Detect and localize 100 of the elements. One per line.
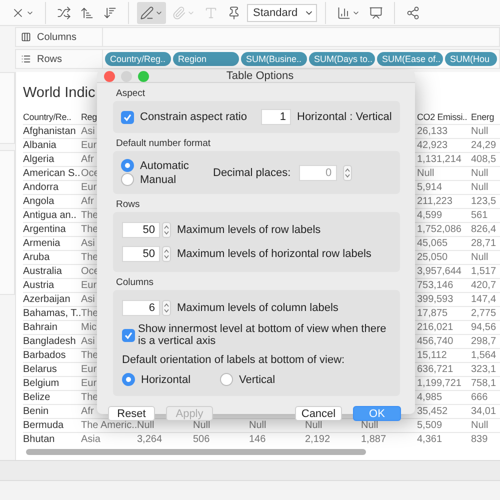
table-cell: 399,593 [417, 292, 471, 306]
dialog-button[interactable]: Reset [108, 406, 155, 421]
shelf-label-text: Columns [37, 32, 76, 42]
table-cell: Null [471, 180, 500, 194]
table-cell: 5,509 [417, 418, 471, 432]
stepper[interactable] [162, 300, 171, 316]
radio-button[interactable] [220, 373, 233, 386]
column-header[interactable]: CO2 Emissi.. [417, 110, 471, 124]
column-header[interactable]: Energ [471, 110, 500, 124]
table-cell: Null [471, 124, 500, 138]
table-cell: 211,223 [417, 194, 471, 208]
table-cell: Aruba [23, 250, 81, 264]
table-cell: Antigua an.. [23, 208, 81, 222]
table-cell: Albania [23, 138, 81, 152]
stepper[interactable] [342, 164, 352, 180]
scrollbar[interactable] [26, 449, 366, 455]
table-cell: 28,71 [471, 236, 500, 250]
table-cell: 3,957,644 [417, 264, 471, 278]
shelf-label-text: Rows [37, 54, 62, 64]
swap-icon [57, 6, 71, 20]
table-cell: Armenia [23, 236, 81, 250]
table-cell: 420,7 [471, 278, 500, 292]
presentation-icon [369, 6, 383, 20]
table-cell: 123,5 [471, 194, 500, 208]
table-cell: 839 [471, 432, 500, 446]
table-cell: 456,740 [417, 334, 471, 348]
field-label: Maximum levels of horizontal row labels [177, 248, 372, 260]
table-cell: 2,775 [471, 306, 500, 320]
zoom-button[interactable] [138, 70, 149, 82]
dialog-button[interactable]: Cancel [295, 406, 342, 421]
radio-label: Horizontal [141, 374, 191, 386]
table-cell: 17,875 [417, 306, 471, 320]
share-icon [406, 6, 420, 20]
table-cell: 666 [471, 390, 500, 404]
radio-button[interactable] [121, 159, 134, 172]
radio-button[interactable] [121, 173, 134, 186]
checkbox[interactable] [122, 329, 135, 342]
stepper[interactable] [162, 246, 171, 262]
table-cell: Null [417, 166, 471, 180]
table-cell: Belarus [23, 362, 81, 376]
checkbox-label: Constrain aspect ratio [140, 111, 247, 123]
pen-button[interactable] [137, 2, 166, 24]
table-cell: 24,29 [471, 138, 500, 152]
chart-icon [337, 6, 351, 20]
table-cell: 1,752,086 [417, 222, 471, 236]
table-cell: 25,050 [417, 250, 471, 264]
pen-icon [140, 6, 154, 20]
table-cell: Null [471, 250, 500, 264]
radio-button[interactable] [122, 373, 135, 386]
table-cell: 758,1 [471, 376, 500, 390]
radio-label: Automatic [140, 160, 189, 172]
checkbox[interactable] [121, 110, 134, 124]
stepper[interactable] [162, 222, 171, 238]
table-cell: 323,1 [471, 362, 500, 376]
table-cell: Asia [81, 432, 137, 446]
columns-icon [21, 32, 31, 42]
table-cell: Azerbaijan [23, 292, 81, 306]
table-cell: Angola [23, 194, 81, 208]
table-cell: 42,923 [417, 138, 471, 152]
table-cell: Barbados [23, 348, 81, 362]
table-cell: 3,264 [137, 432, 193, 446]
table-cell: 1,517 [471, 264, 500, 278]
table-cell: 4,985 [417, 390, 471, 404]
table-cell: Afghanistan [23, 124, 81, 138]
table-cell: Australia [23, 264, 81, 278]
number-field[interactable]: 6 [122, 300, 160, 316]
text-label-icon [204, 6, 218, 20]
table-cell: Argentina [23, 222, 81, 236]
sheet-title: World Indic [23, 84, 96, 103]
ratio-label: Horizontal : Vertical [297, 111, 392, 123]
table-cell: 4,361 [417, 432, 471, 446]
table-cell: Bhutan [23, 432, 81, 446]
table-cell: 826,4 [471, 222, 500, 236]
fit-dropdown[interactable]: Standard [247, 4, 317, 22]
table-cell: 45,065 [417, 236, 471, 250]
table-cell: Bermuda [23, 418, 81, 432]
table-cell: 1,131,214 [417, 152, 471, 166]
checkbox-label: Show innermost level at bottom of view when there is a vertical axis [138, 323, 388, 347]
radio-label: Vertical [239, 374, 276, 386]
table-cell: 1,887 [361, 432, 417, 446]
table-cell: 147,4 [471, 292, 500, 306]
table-cell: 1,199,721 [417, 376, 471, 390]
column-header[interactable]: Country/Re.. [23, 110, 81, 124]
ratio-field[interactable]: 1 [261, 109, 291, 125]
table-cell: 26,133 [417, 124, 471, 138]
number-field[interactable]: 50 [122, 222, 160, 238]
close-button[interactable] [104, 70, 115, 82]
table-cell: Algeria [23, 152, 81, 166]
pin-icon [227, 6, 241, 20]
table-cell: 5,914 [417, 180, 471, 194]
table-cell: American S.. [23, 166, 81, 180]
section-heading: Aspect [115, 87, 146, 101]
table-cell: Bahamas, T.. [23, 306, 81, 320]
table-cell: Benin [23, 404, 81, 418]
table-cell: 561 [471, 208, 500, 222]
table-cell: 753,146 [417, 278, 471, 292]
table-cell: Belize [23, 390, 81, 404]
table-cell: Andorra [23, 180, 81, 194]
table-cell: 4,599 [417, 208, 471, 222]
number-field[interactable]: 50 [122, 246, 160, 262]
